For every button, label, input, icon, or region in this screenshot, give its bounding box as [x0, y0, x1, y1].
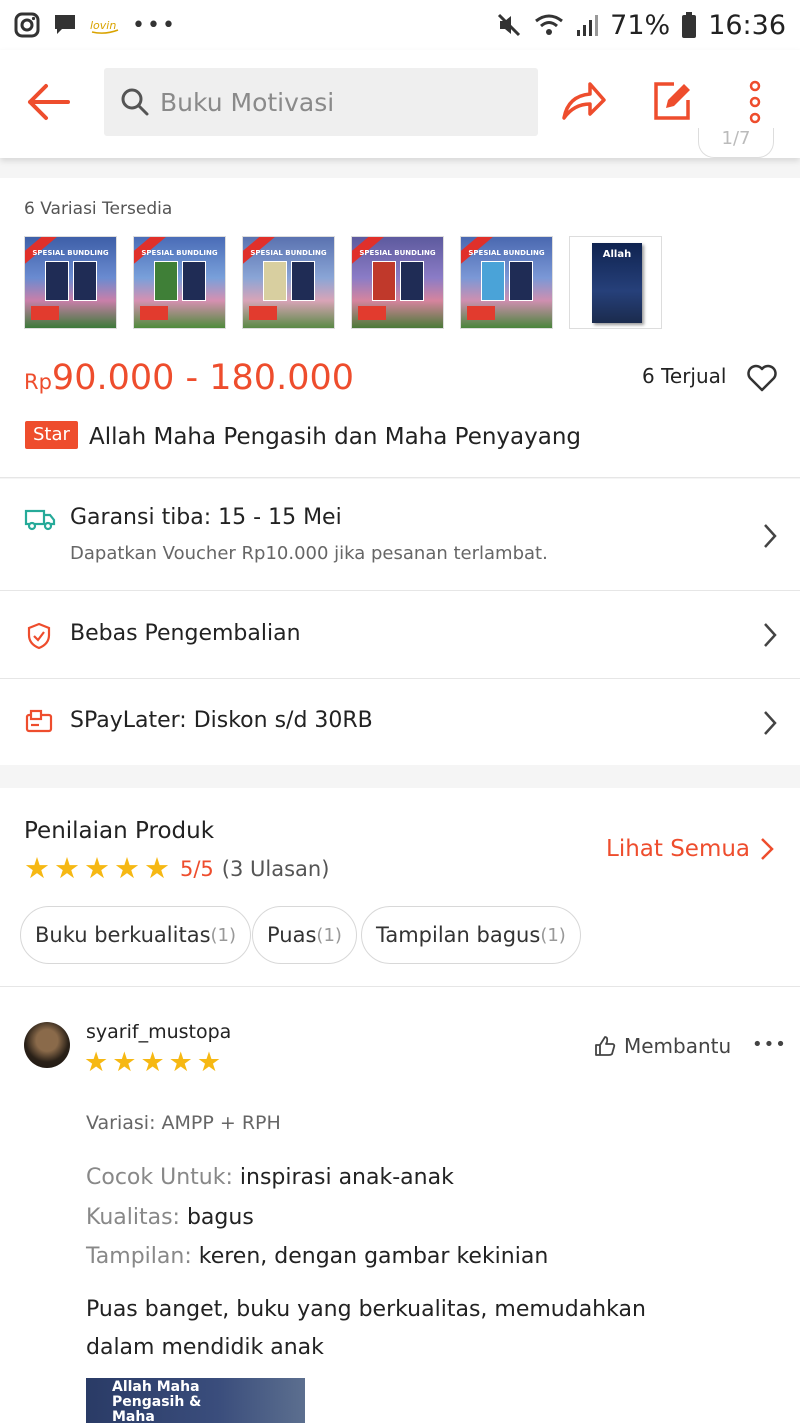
product-name: Allah Maha Pengasih dan Maha Penyayang — [89, 424, 582, 450]
variant-thumbnail-6[interactable]: Allah — [569, 236, 662, 329]
review-fit: Cocok Untuk: inspirasi anak-anak — [86, 1165, 454, 1190]
more-notifications-icon: ••• — [132, 12, 177, 38]
app-notification-icon: lovin — [90, 19, 119, 34]
star-icon: ★ — [114, 851, 140, 885]
price-range: Rp90.000 - 180.000 — [24, 358, 355, 398]
shield-check-icon — [27, 622, 51, 650]
chat-notification-icon — [55, 15, 75, 34]
star-icon: ★ — [196, 1047, 222, 1078]
star-icon: ★ — [112, 1047, 137, 1078]
helpful-button[interactable]: Membantu — [594, 1034, 731, 1058]
shipping-subtitle: Dapatkan Voucher Rp10.000 jika pesanan t… — [70, 543, 548, 564]
variant-thumbnail-1[interactable]: SPESIAL BUNDLING — [24, 236, 117, 329]
review-stars: ★ ★ ★ ★ ★ — [84, 1049, 221, 1076]
review-photo[interactable]: Allah Maha Pengasih & Maha Penyayang — [86, 1378, 305, 1423]
review-tag-chip[interactable]: Tampilan bagus (1) — [361, 906, 581, 964]
star-icon: ★ — [24, 851, 50, 885]
book-cover-title: Allah — [602, 249, 632, 260]
variants-title: 6 Variasi Tersedia — [24, 199, 173, 219]
reviews-section-title: Penilaian Produk — [24, 818, 215, 844]
star-icon: ★ — [144, 851, 170, 885]
star-icon: ★ — [84, 851, 110, 885]
review-variation: Variasi: AMPP + RPH — [86, 1112, 281, 1134]
variant-thumbnail-5[interactable]: SPESIAL BUNDLING — [460, 236, 553, 329]
reviewer-username: syarif_mustopa — [86, 1021, 232, 1043]
image-counter: 1/7 — [698, 128, 774, 158]
rating-value: 5/5 — [180, 856, 214, 881]
edit-icon[interactable] — [652, 80, 692, 122]
signal-icon — [577, 15, 599, 36]
back-arrow-icon[interactable] — [26, 80, 70, 124]
thumbs-up-icon — [595, 1036, 616, 1056]
variant-thumbnail-4[interactable]: SPESIAL BUNDLING — [351, 236, 444, 329]
search-input[interactable]: Buku Motivasi — [104, 68, 538, 136]
more-options-icon[interactable] — [746, 80, 764, 124]
favorite-heart-icon[interactable] — [746, 364, 778, 392]
review-comment: Puas banget, buku yang berkualitas, memu… — [86, 1297, 646, 1360]
chevron-right-icon — [764, 623, 777, 647]
search-icon — [121, 88, 149, 116]
chevron-right-icon — [764, 524, 777, 548]
returns-title: Bebas Pengembalian — [70, 621, 301, 646]
top-navigation: Buku Motivasi 1/7 — [0, 50, 800, 158]
sold-count: 6 Terjual — [642, 364, 727, 388]
rating-count: (3 Ulasan) — [221, 856, 330, 881]
status-bar: lovin ••• 71% 16:36 — [0, 0, 800, 50]
truck-icon — [24, 509, 56, 531]
battery-icon — [682, 12, 697, 38]
review-photo-text: Allah Maha Pengasih & Maha Penyayang — [112, 1379, 202, 1423]
chevron-right-icon — [764, 711, 777, 735]
clock: 16:36 — [708, 9, 786, 41]
review-quality: Kualitas: bagus — [86, 1205, 254, 1230]
variant-thumbnail-2[interactable]: SPESIAL BUNDLING — [133, 236, 226, 329]
star-icon: ★ — [140, 1047, 165, 1078]
paylater-icon — [25, 709, 53, 733]
shipping-title: Garansi tiba: 15 - 15 Mei — [70, 505, 342, 530]
paylater-row[interactable]: SPayLater: Diskon s/d 30RB — [0, 679, 800, 765]
paylater-title: SPayLater: Diskon s/d 30RB — [70, 708, 373, 733]
rating-summary: ★ ★ ★ ★ ★ 5/5 (3 Ulasan) — [24, 854, 329, 883]
see-all-reviews-link[interactable]: Lihat Semua — [606, 836, 774, 862]
review-look: Tampilan: keren, dengan gambar kekinian — [86, 1244, 549, 1269]
review-more-icon[interactable]: ••• — [752, 1034, 787, 1055]
wifi-icon — [535, 14, 564, 35]
star-icon: ★ — [84, 1047, 109, 1078]
star-icon: ★ — [54, 851, 80, 885]
chevron-right-icon — [761, 838, 774, 860]
search-placeholder: Buku Motivasi — [160, 87, 335, 117]
star-icon: ★ — [168, 1047, 193, 1078]
reviewer-avatar[interactable] — [24, 1022, 70, 1068]
star-seller-badge: Star — [25, 421, 78, 449]
review-tag-chip[interactable]: Puas (1) — [252, 906, 357, 964]
svg-text:lovin: lovin — [90, 19, 116, 32]
battery-percent: 71% — [610, 9, 671, 41]
variant-thumbnail-3[interactable]: SPESIAL BUNDLING — [242, 236, 335, 329]
mute-icon — [498, 13, 521, 37]
shipping-guarantee-row[interactable]: Garansi tiba: 15 - 15 Mei Dapatkan Vouch… — [0, 479, 800, 591]
instagram-icon — [14, 12, 40, 38]
free-returns-row[interactable]: Bebas Pengembalian — [0, 591, 800, 679]
review-tag-chip[interactable]: Buku berkualitas (1) — [20, 906, 252, 964]
share-icon[interactable] — [560, 80, 608, 124]
